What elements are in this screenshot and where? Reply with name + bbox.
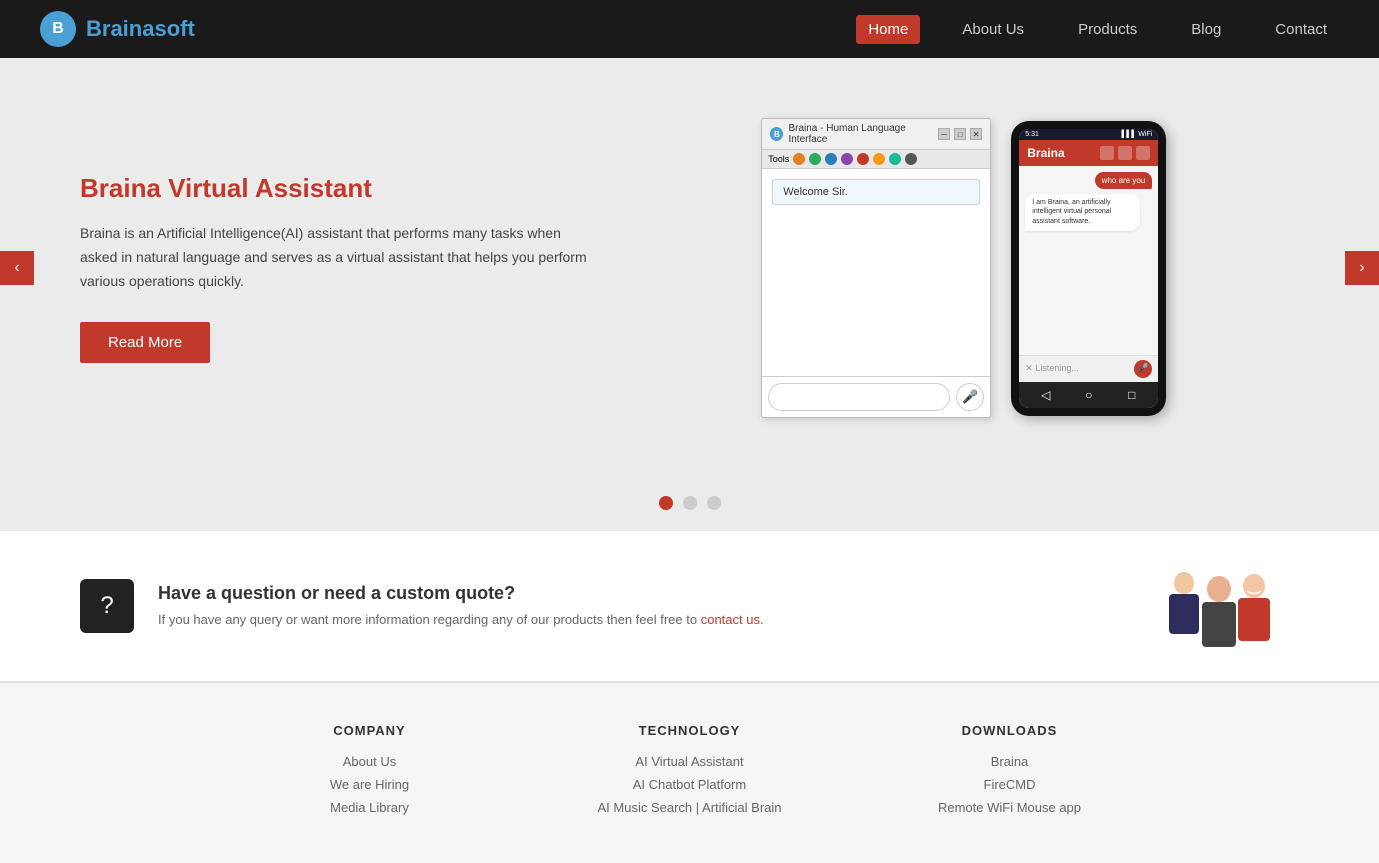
braina-b-icon: B bbox=[770, 127, 783, 141]
phone-icon-1 bbox=[1100, 146, 1114, 160]
slider-dot-3[interactable] bbox=[707, 496, 721, 510]
phone-listening-text: ✕ Listening... bbox=[1025, 363, 1079, 374]
footer-downloads-title: DOWNLOADS bbox=[870, 723, 1150, 738]
footer-link-chatbot[interactable]: AI Chatbot Platform bbox=[550, 777, 830, 792]
phone-recents-button[interactable]: □ bbox=[1124, 387, 1140, 403]
toolbar-icon-4 bbox=[841, 153, 853, 165]
footer-link-media[interactable]: Media Library bbox=[230, 800, 510, 815]
hero-section: ‹ Braina Virtual Assistant Braina is an … bbox=[0, 58, 1379, 478]
footer-technology-title: TECHNOLOGY bbox=[550, 723, 830, 738]
footer-company-title: COMPANY bbox=[230, 723, 510, 738]
toolbar-icon-8 bbox=[905, 153, 917, 165]
hero-content: Braina Virtual Assistant Braina is an Ar… bbox=[80, 173, 629, 362]
footer-col-technology: TECHNOLOGY AI Virtual Assistant AI Chatb… bbox=[550, 723, 830, 823]
footer-link-ai-assistant[interactable]: AI Virtual Assistant bbox=[550, 754, 830, 769]
footer-link-about[interactable]: About Us bbox=[230, 754, 510, 769]
phone-logo: Braina bbox=[1027, 146, 1064, 160]
brand-soft: soft bbox=[154, 16, 194, 41]
phone-back-button[interactable]: ◁ bbox=[1038, 387, 1054, 403]
brand-braina: Braina bbox=[86, 16, 154, 41]
footer: COMPANY About Us We are Hiring Media Lib… bbox=[0, 682, 1379, 863]
hero-images: B Braina - Human Language Interface ─ □ … bbox=[629, 118, 1299, 418]
footer-link-firecmd[interactable]: FireCMD bbox=[870, 777, 1150, 792]
nav-link-blog[interactable]: Blog bbox=[1179, 15, 1233, 44]
toolbar-icon-1 bbox=[793, 153, 805, 165]
brand-icon: B bbox=[40, 11, 76, 47]
desktop-input-area: 🎤 bbox=[762, 376, 990, 417]
phone-bubble-user: who are you bbox=[1095, 172, 1153, 189]
phone-mic-button[interactable]: 🎤 bbox=[1134, 360, 1152, 378]
desktop-mic-button[interactable]: 🎤 bbox=[956, 383, 984, 411]
phone-bubble-bot: I am Braina, an artificially intelligent… bbox=[1025, 194, 1139, 231]
footer-link-wifi-mouse[interactable]: Remote WiFi Mouse app bbox=[870, 800, 1150, 815]
brand-logo[interactable]: B Brainasoft bbox=[40, 11, 195, 47]
phone-input-area: ✕ Listening... 🎤 bbox=[1019, 355, 1158, 382]
phone-icon-2 bbox=[1118, 146, 1132, 160]
slider-dots bbox=[0, 478, 1379, 530]
phone-time: 5:31 bbox=[1025, 131, 1039, 138]
footer-link-music-search[interactable]: AI Music Search | Artificial Brain bbox=[550, 800, 830, 815]
slider-dot-1[interactable] bbox=[659, 496, 673, 510]
titlebar-title: Braina - Human Language Interface bbox=[788, 123, 938, 145]
minimize-button[interactable]: ─ bbox=[938, 128, 950, 140]
footer-col-downloads: DOWNLOADS Braina FireCMD Remote WiFi Mou… bbox=[870, 723, 1150, 823]
read-more-button[interactable]: Read More bbox=[80, 322, 210, 363]
footer-link-hiring[interactable]: We are Hiring bbox=[230, 777, 510, 792]
phone-bottom-bar: ◁ ○ □ bbox=[1019, 382, 1158, 408]
cta-contact-link[interactable]: contact us. bbox=[701, 612, 764, 627]
cta-icon: ? bbox=[80, 579, 134, 633]
phone-home-button[interactable]: ○ bbox=[1081, 387, 1097, 403]
cta-text: Have a question or need a custom quote? … bbox=[158, 583, 1115, 630]
chat-welcome-bubble: Welcome Sir. bbox=[772, 179, 980, 205]
slider-dot-2[interactable] bbox=[683, 496, 697, 510]
toolbar-icon-5 bbox=[857, 153, 869, 165]
desktop-titlebar: B Braina - Human Language Interface ─ □ … bbox=[762, 119, 990, 150]
cta-section: ? Have a question or need a custom quote… bbox=[0, 530, 1379, 682]
slider-prev-button[interactable]: ‹ bbox=[0, 251, 34, 285]
phone-screen: 5:31 ▌▌▌ WiFi Braina who are you I am Br… bbox=[1019, 129, 1158, 408]
cta-title: Have a question or need a custom quote? bbox=[158, 583, 1115, 604]
toolbar-icon-7 bbox=[889, 153, 901, 165]
footer-link-braina[interactable]: Braina bbox=[870, 754, 1150, 769]
nav-links: Home About Us Products Blog Contact bbox=[856, 15, 1339, 44]
maximize-button[interactable]: □ bbox=[954, 128, 966, 140]
brand-letter: B bbox=[52, 20, 64, 38]
nav-link-contact[interactable]: Contact bbox=[1263, 15, 1339, 44]
slider-next-button[interactable]: › bbox=[1345, 251, 1379, 285]
brand-name: Brainasoft bbox=[86, 16, 195, 42]
footer-col-company: COMPANY About Us We are Hiring Media Lib… bbox=[230, 723, 510, 823]
cta-desc-text: If you have any query or want more infor… bbox=[158, 612, 697, 627]
phone-statusbar: 5:31 ▌▌▌ WiFi bbox=[1019, 129, 1158, 140]
hero-description: Braina is an Artificial Intelligence(AI)… bbox=[80, 222, 589, 293]
hero-title: Braina Virtual Assistant bbox=[80, 173, 589, 204]
footer-columns: COMPANY About Us We are Hiring Media Lib… bbox=[80, 723, 1299, 823]
toolbar-icon-3 bbox=[825, 153, 837, 165]
phone-icon-3 bbox=[1136, 146, 1150, 160]
nav-link-products[interactable]: Products bbox=[1066, 15, 1149, 44]
desktop-mockup: B Braina - Human Language Interface ─ □ … bbox=[761, 118, 991, 418]
navbar: B Brainasoft Home About Us Products Blog… bbox=[0, 0, 1379, 58]
toolbar-icon-2 bbox=[809, 153, 821, 165]
phone-header: Braina bbox=[1019, 140, 1158, 166]
question-mark-icon: ? bbox=[100, 592, 113, 620]
nav-link-about[interactable]: About Us bbox=[950, 15, 1036, 44]
people-group-svg bbox=[1139, 561, 1299, 651]
toolbar-icon-6 bbox=[873, 153, 885, 165]
titlebar-controls: ─ □ ✕ bbox=[938, 128, 982, 140]
desktop-toolbar: Tools bbox=[762, 150, 990, 169]
titlebar-left: B Braina - Human Language Interface bbox=[770, 123, 938, 145]
phone-header-icons bbox=[1100, 146, 1150, 160]
cta-people-image bbox=[1139, 561, 1299, 651]
phone-signal: ▌▌▌ WiFi bbox=[1121, 131, 1152, 138]
close-button[interactable]: ✕ bbox=[970, 128, 982, 140]
phone-chat-area: who are you I am Braina, an artificially… bbox=[1019, 166, 1158, 355]
nav-link-home[interactable]: Home bbox=[856, 15, 920, 44]
toolbar-label: Tools bbox=[768, 154, 789, 164]
desktop-input-field[interactable] bbox=[768, 383, 950, 411]
desktop-chat-area: Welcome Sir. bbox=[762, 169, 990, 376]
cta-description: If you have any query or want more infor… bbox=[158, 610, 1115, 630]
phone-mockup: 5:31 ▌▌▌ WiFi Braina who are you I am Br… bbox=[1011, 121, 1166, 416]
